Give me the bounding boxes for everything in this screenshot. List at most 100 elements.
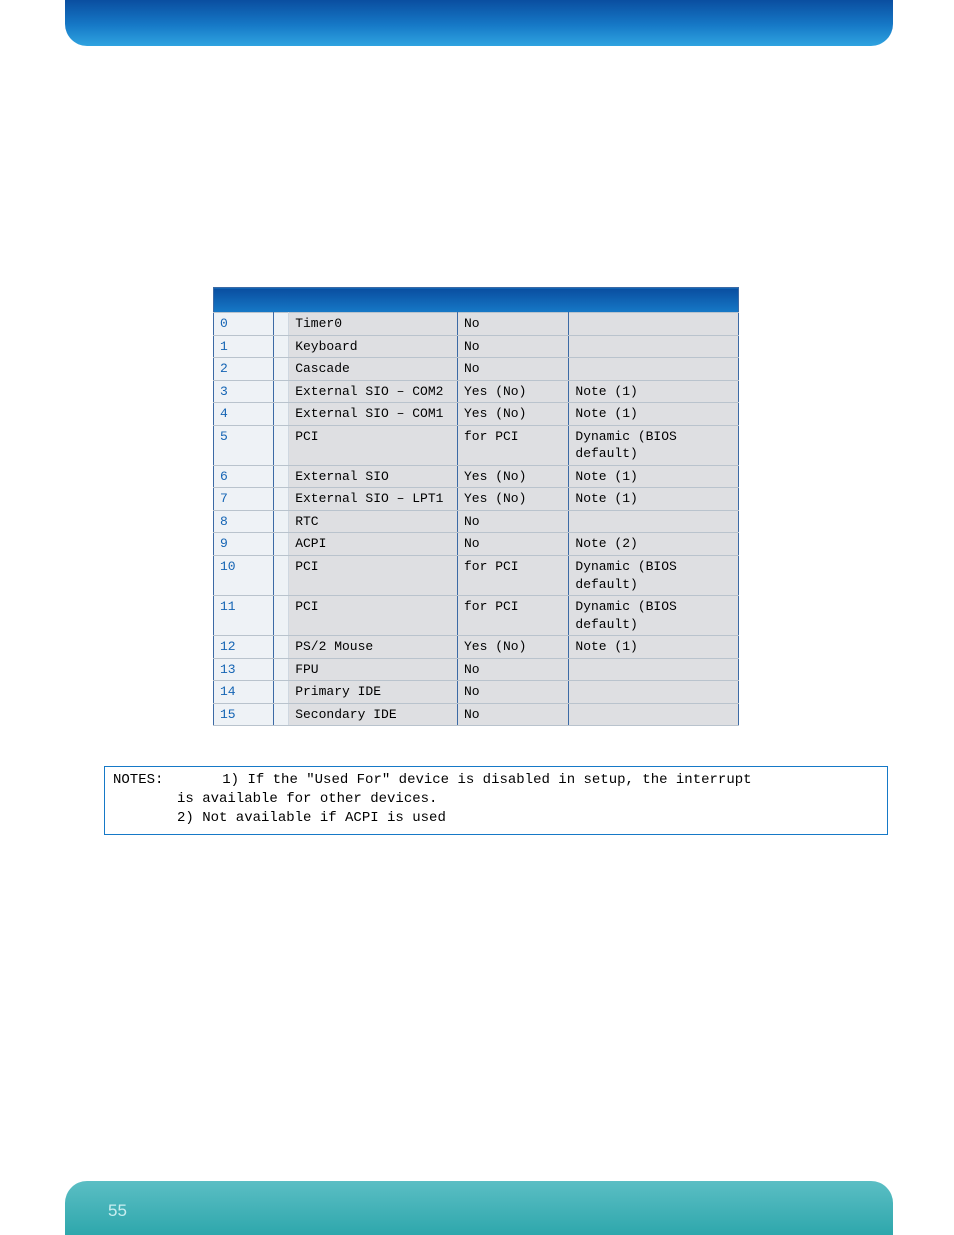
- cell-used-for: External SIO – COM2: [289, 380, 458, 403]
- cell-comment: Note (1): [569, 488, 739, 511]
- cell-available: No: [458, 681, 569, 704]
- cell-divider: [274, 510, 289, 533]
- cell-available: No: [458, 358, 569, 381]
- cell-irq-number: 15: [214, 703, 274, 726]
- cell-used-for: External SIO – COM1: [289, 403, 458, 426]
- cell-comment: [569, 358, 739, 381]
- cell-available: for PCI: [458, 425, 569, 465]
- cell-irq-number: 6: [214, 465, 274, 488]
- cell-used-for: PCI: [289, 425, 458, 465]
- cell-divider: [274, 658, 289, 681]
- irq-header-div: [274, 288, 289, 313]
- cell-divider: [274, 636, 289, 659]
- table-row: 4 External SIO – COM1Yes (No)Note (1): [214, 403, 739, 426]
- cell-available: for PCI: [458, 596, 569, 636]
- cell-irq-number: 11: [214, 596, 274, 636]
- cell-irq-number: 3: [214, 380, 274, 403]
- cell-comment: Note (1): [569, 403, 739, 426]
- cell-divider: [274, 556, 289, 596]
- cell-used-for: RTC: [289, 510, 458, 533]
- table-row: 6 External SIOYes (No)Note (1): [214, 465, 739, 488]
- cell-used-for: ACPI: [289, 533, 458, 556]
- irq-header-used: [289, 288, 458, 313]
- cell-irq-number: 1: [214, 335, 274, 358]
- notes-line1b: is available for other devices.: [177, 790, 879, 809]
- cell-available: for PCI: [458, 556, 569, 596]
- cell-comment: Note (2): [569, 533, 739, 556]
- cell-comment: [569, 335, 739, 358]
- irq-header-num: [214, 288, 274, 313]
- cell-used-for: Timer0: [289, 313, 458, 336]
- table-row: 2 CascadeNo: [214, 358, 739, 381]
- cell-divider: [274, 425, 289, 465]
- cell-used-for: Primary IDE: [289, 681, 458, 704]
- table-row: 0 Timer0No: [214, 313, 739, 336]
- cell-irq-number: 10: [214, 556, 274, 596]
- cell-available: No: [458, 658, 569, 681]
- cell-irq-number: 7: [214, 488, 274, 511]
- cell-irq-number: 9: [214, 533, 274, 556]
- table-row: 1 KeyboardNo: [214, 335, 739, 358]
- cell-used-for: Cascade: [289, 358, 458, 381]
- cell-divider: [274, 703, 289, 726]
- table-row: 12PS/2 MouseYes (No)Note (1): [214, 636, 739, 659]
- cell-divider: [274, 596, 289, 636]
- cell-divider: [274, 681, 289, 704]
- cell-divider: [274, 533, 289, 556]
- cell-divider: [274, 465, 289, 488]
- cell-divider: [274, 403, 289, 426]
- cell-used-for: PCI: [289, 596, 458, 636]
- page-footer-bar: 55: [65, 1181, 893, 1235]
- cell-available: No: [458, 510, 569, 533]
- table-row: 15 Secondary IDENo: [214, 703, 739, 726]
- irq-header-comm: [569, 288, 739, 313]
- cell-comment: [569, 681, 739, 704]
- cell-available: Yes (No): [458, 380, 569, 403]
- cell-irq-number: 4: [214, 403, 274, 426]
- cell-irq-number: 13: [214, 658, 274, 681]
- cell-used-for: Keyboard: [289, 335, 458, 358]
- notes-line2: 2) Not available if ACPI is used: [177, 809, 879, 828]
- notes-box: NOTES: 1) If the "Used For" device is di…: [104, 766, 888, 835]
- table-row: 9 ACPINoNote (2): [214, 533, 739, 556]
- cell-available: No: [458, 313, 569, 336]
- cell-irq-number: 2: [214, 358, 274, 381]
- cell-used-for: PCI: [289, 556, 458, 596]
- cell-comment: [569, 510, 739, 533]
- notes-label: NOTES:: [113, 772, 163, 788]
- cell-available: No: [458, 703, 569, 726]
- cell-irq-number: 0: [214, 313, 274, 336]
- notes-line1a: 1) If the "Used For" device is disabled …: [222, 772, 751, 788]
- cell-used-for: External SIO: [289, 465, 458, 488]
- cell-available: Yes (No): [458, 465, 569, 488]
- table-row: 3 External SIO – COM2Yes (No)Note (1): [214, 380, 739, 403]
- cell-comment: Note (1): [569, 636, 739, 659]
- cell-available: Yes (No): [458, 403, 569, 426]
- cell-comment: [569, 313, 739, 336]
- table-row: 13 FPUNo: [214, 658, 739, 681]
- table-row: 11PCIfor PCIDynamic (BIOS default): [214, 596, 739, 636]
- cell-divider: [274, 488, 289, 511]
- irq-table: 0Timer0No1KeyboardNo2CascadeNo3External …: [213, 287, 739, 726]
- cell-divider: [274, 380, 289, 403]
- cell-used-for: PS/2 Mouse: [289, 636, 458, 659]
- cell-irq-number: 5: [214, 425, 274, 465]
- table-row: 7External SIO – LPT1Yes (No)Note (1): [214, 488, 739, 511]
- cell-available: No: [458, 533, 569, 556]
- page-header-bar: [65, 0, 893, 46]
- cell-comment: Note (1): [569, 465, 739, 488]
- cell-irq-number: 14: [214, 681, 274, 704]
- cell-available: Yes (No): [458, 488, 569, 511]
- cell-comment: [569, 703, 739, 726]
- cell-comment: [569, 658, 739, 681]
- cell-divider: [274, 335, 289, 358]
- cell-comment: Dynamic (BIOS default): [569, 425, 739, 465]
- table-row: 14 Primary IDENo: [214, 681, 739, 704]
- cell-available: No: [458, 335, 569, 358]
- cell-comment: Note (1): [569, 380, 739, 403]
- cell-used-for: Secondary IDE: [289, 703, 458, 726]
- cell-used-for: FPU: [289, 658, 458, 681]
- table-row: 5 PCIfor PCIDynamic (BIOS default): [214, 425, 739, 465]
- irq-table-header-row: [214, 288, 739, 313]
- cell-divider: [274, 313, 289, 336]
